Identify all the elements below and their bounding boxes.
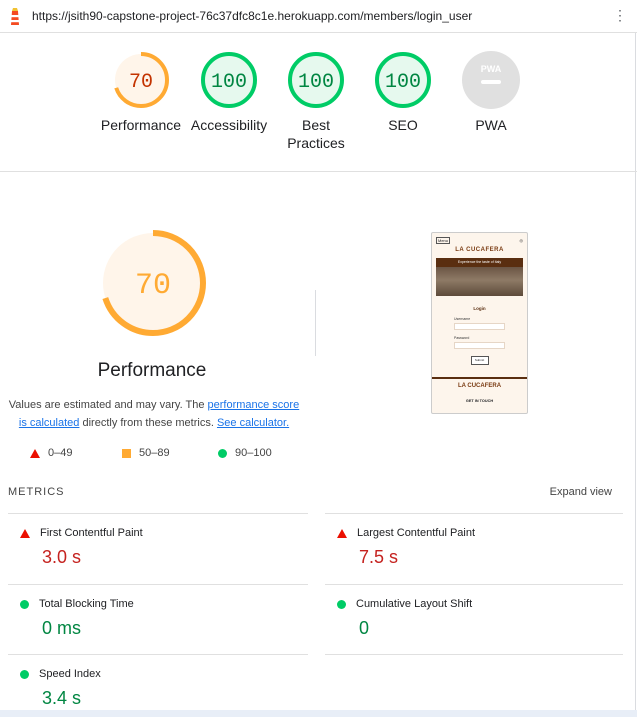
preview-login-title: Login	[473, 306, 486, 311]
preview-hero-image: Experience the taste of Italy	[436, 258, 523, 296]
pass-circle-icon	[20, 599, 29, 609]
gauge-label: PWA	[475, 117, 507, 133]
lighthouse-icon	[11, 8, 19, 25]
legend-pass: 90–100	[218, 447, 272, 459]
page-url[interactable]: https://jsith90-capstone-project-76c37df…	[32, 9, 472, 23]
score-summary: 70 Performance 100 Accessibility 100 Bes…	[0, 32, 637, 172]
legend-fail: 0–49	[30, 447, 72, 459]
gauge-seo[interactable]: 100 SEO	[358, 50, 448, 134]
gauge-score: 70	[129, 71, 153, 94]
metric-value: 7.5 s	[359, 547, 399, 567]
gauge-score: 100	[385, 71, 421, 94]
pass-circle-icon	[337, 599, 346, 609]
url-bar: https://jsith90-capstone-project-76c37df…	[0, 0, 637, 33]
metric-fcp: First Contentful Paint 3.0 s	[20, 527, 310, 568]
metric-speed-index: Speed Index 3.4 s	[20, 668, 310, 709]
metric-value: 0 ms	[42, 618, 82, 638]
metric-tbt: Total Blocking Time 0 ms	[20, 598, 310, 639]
fail-triangle-icon	[337, 528, 347, 538]
pwa-badge-icon: PWA	[462, 51, 520, 109]
best-practices-gauge-icon: 100	[288, 52, 344, 108]
preview-password-label: Password	[454, 336, 470, 340]
preview-menu-icon: Menu	[436, 236, 451, 244]
gauge-accessibility[interactable]: 100 Accessibility	[184, 50, 274, 134]
performance-title: Performance	[97, 360, 207, 381]
gauge-label: SEO	[388, 117, 418, 133]
performance-gauge-icon: 70	[113, 52, 169, 108]
performance-score: 70	[135, 269, 171, 303]
accessibility-gauge-icon: 100	[201, 52, 257, 108]
metric-cls: Cumulative Layout Shift 0	[337, 598, 627, 639]
expand-view-toggle[interactable]: Expand view	[550, 486, 612, 498]
fail-triangle-icon	[20, 528, 30, 538]
performance-big-gauge: 70	[98, 228, 208, 338]
preview-submit-button: Submit	[470, 356, 489, 365]
square-icon	[122, 448, 131, 458]
metric-value: 0	[359, 618, 370, 638]
gauge-label: Accessibility	[190, 117, 268, 133]
metric-value: 3.4 s	[42, 688, 82, 708]
metrics-header: METRICS	[8, 486, 65, 498]
metric-value: 3.0 s	[42, 547, 82, 567]
triangle-icon	[30, 448, 40, 458]
scrollbar-track[interactable]	[0, 710, 637, 717]
pwa-badge-text: PWA	[481, 64, 502, 74]
preview-password-field	[454, 342, 505, 349]
metric-lcp: Largest Contentful Paint 7.5 s	[337, 527, 627, 568]
circle-icon	[218, 448, 227, 458]
gauge-score: 100	[298, 71, 334, 94]
preview-user-icon: ◎	[519, 237, 524, 243]
gauge-pwa[interactable]: PWA PWA	[446, 50, 536, 134]
preview-username-label: Username	[454, 317, 471, 321]
gauge-label: Best Practices	[287, 117, 345, 151]
divider	[315, 290, 316, 356]
gauge-best-practices[interactable]: 100 Best Practices	[271, 50, 361, 152]
page-screenshot-preview[interactable]: Menu ◎ LA CUCAFERA Experience the taste o…	[431, 232, 528, 414]
legend-average: 50–89	[122, 447, 170, 459]
gauge-score: 100	[211, 71, 247, 94]
pass-circle-icon	[20, 669, 29, 679]
seo-gauge-icon: 100	[375, 52, 431, 108]
preview-username-field	[454, 323, 505, 330]
performance-description: Values are estimated and may vary. The p…	[8, 399, 300, 429]
score-legend: 0–49 50–89 90–100	[30, 447, 310, 463]
gauge-performance[interactable]: 70 Performance	[96, 50, 186, 134]
preview-footer: LA CUCAFERA GET IN TOUCH	[432, 377, 527, 413]
see-calculator-link[interactable]: See calculator.	[217, 417, 289, 429]
preview-brand: LA CUCAFERA	[455, 247, 504, 253]
more-options-icon[interactable]: ⋮	[613, 7, 627, 24]
gauge-label: Performance	[100, 117, 182, 133]
